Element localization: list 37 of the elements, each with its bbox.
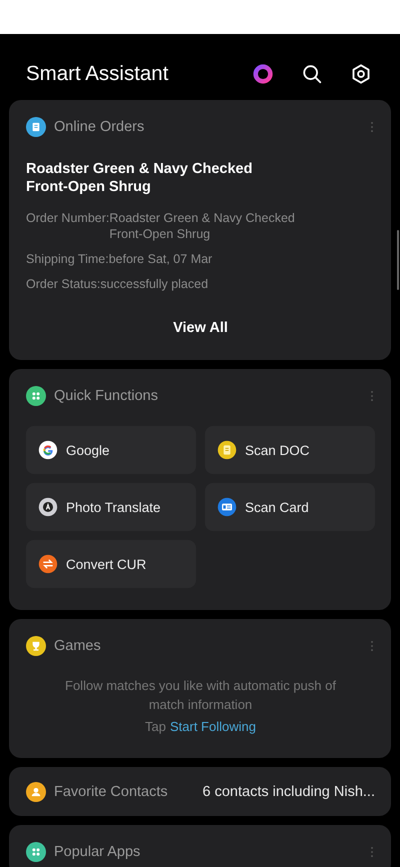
grid-icon	[26, 842, 46, 862]
lens-icon	[38, 497, 58, 517]
document-icon	[217, 440, 237, 460]
trophy-icon	[26, 636, 46, 656]
clipboard-icon	[26, 117, 46, 137]
detail-value: successfully placed	[100, 276, 210, 292]
detail-value: Roadster Green & Navy Checked Front-Open Shrug	[109, 210, 296, 242]
search-icon[interactable]	[301, 63, 323, 85]
section-title: Games	[54, 638, 102, 654]
start-following-link[interactable]: Start Following	[170, 719, 256, 734]
detail-label: Order Number:	[26, 210, 110, 227]
function-button[interactable]: Scan Card	[205, 483, 375, 531]
detail-label: Shipping Time:	[26, 251, 109, 267]
section-title: Online Orders	[54, 119, 146, 135]
section-title: Quick Functions	[54, 388, 159, 404]
function-button[interactable]: Photo Translate	[26, 483, 196, 531]
product-name: Roadster Green & Navy Checked Front-Open Shrug	[26, 160, 254, 196]
google-icon	[38, 440, 58, 460]
tap-label: Tap	[145, 719, 166, 734]
section-title: Favorite Contacts	[54, 784, 169, 800]
contacts-summary[interactable]: 6 contacts including Nish...	[202, 784, 375, 800]
person-icon	[26, 782, 46, 802]
id-card-icon	[217, 497, 237, 517]
app-title: Smart Assistant	[26, 62, 168, 86]
view-all-button[interactable]: View All	[161, 314, 240, 342]
scrollbar	[397, 230, 399, 290]
ring-icon[interactable]	[252, 63, 274, 85]
section-title: Popular Apps	[54, 844, 142, 860]
detail-label: Order Status:	[26, 276, 100, 292]
detail-value: before Sat, 07 Mar	[108, 251, 214, 267]
settings-icon[interactable]	[350, 63, 372, 85]
grid-icon	[26, 386, 46, 406]
function-button[interactable]: Scan DOC	[205, 426, 375, 474]
function-button[interactable]: Google	[26, 426, 196, 474]
exchange-icon	[38, 554, 58, 574]
function-button[interactable]: Convert CUR	[26, 540, 196, 588]
games-message: Follow matches you like with automatic push of match information	[64, 677, 337, 714]
